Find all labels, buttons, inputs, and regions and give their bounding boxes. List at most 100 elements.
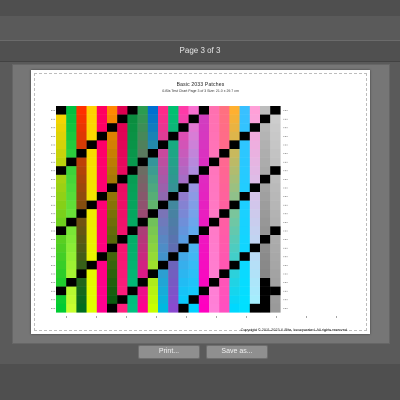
color-patch xyxy=(117,106,128,115)
color-patch xyxy=(270,192,281,201)
color-patch xyxy=(249,114,261,124)
color-patch xyxy=(66,217,77,227)
color-patch xyxy=(86,114,97,124)
color-patch xyxy=(76,295,87,304)
color-patch xyxy=(260,157,271,167)
color-patch xyxy=(188,260,199,270)
color-patch xyxy=(198,149,210,158)
color-patch xyxy=(76,114,87,124)
color-patch xyxy=(96,123,108,132)
row-tick-mark xyxy=(52,179,54,180)
save-as-button[interactable]: Save as... xyxy=(206,345,268,359)
color-patch xyxy=(117,252,128,261)
row-tick-mark xyxy=(283,187,285,189)
row-tick-mark xyxy=(54,161,56,163)
row-tick-mark xyxy=(285,136,286,137)
color-patch xyxy=(270,140,281,150)
color-patch xyxy=(137,252,148,261)
row-tick-mark xyxy=(286,290,288,292)
color-patch xyxy=(86,269,97,279)
color-patch xyxy=(107,174,118,184)
color-patch xyxy=(147,269,159,279)
color-patch xyxy=(239,140,250,150)
color-patch xyxy=(239,114,250,124)
row-tick-mark xyxy=(286,265,288,266)
color-patch xyxy=(147,183,159,193)
row-tick-mark xyxy=(52,110,54,111)
color-patch xyxy=(270,174,281,184)
row-tick-mark xyxy=(54,256,56,258)
color-patch xyxy=(178,252,189,261)
color-patch xyxy=(137,243,148,253)
column-marker xyxy=(246,316,247,318)
color-patch xyxy=(96,286,108,296)
color-patch xyxy=(86,123,97,132)
row-tick-mark xyxy=(54,213,56,215)
column-marker xyxy=(126,316,127,318)
row-tick-mark xyxy=(283,230,285,232)
color-patch xyxy=(168,303,179,313)
color-patch xyxy=(219,209,230,218)
color-patch xyxy=(86,183,97,193)
color-patch xyxy=(188,286,199,296)
color-patch xyxy=(229,235,240,244)
color-patch xyxy=(239,123,250,132)
color-patch xyxy=(168,286,179,296)
row-tick-mark xyxy=(285,239,286,240)
page-indicator: Page 3 of 3 xyxy=(0,40,400,62)
color-patch xyxy=(137,217,148,227)
color-patch xyxy=(168,157,179,167)
color-patch xyxy=(56,174,67,184)
row-tick-mark xyxy=(54,308,56,309)
color-patch xyxy=(249,192,261,201)
row-tick-mark xyxy=(51,282,52,283)
color-patch xyxy=(117,269,128,279)
color-patch xyxy=(260,235,271,244)
row-tick-mark xyxy=(54,204,56,206)
color-patch xyxy=(270,252,281,261)
color-patch xyxy=(249,235,261,244)
color-patch xyxy=(249,183,261,193)
color-patch xyxy=(56,269,67,279)
color-patch xyxy=(249,209,261,218)
row-tick-mark xyxy=(283,118,285,120)
row-tick-mark xyxy=(52,127,54,129)
color-patch xyxy=(198,200,210,210)
color-patch xyxy=(168,131,179,141)
print-button[interactable]: Print... xyxy=(138,345,200,359)
color-patch xyxy=(76,140,87,150)
color-patch xyxy=(249,174,261,184)
color-patch xyxy=(66,123,77,132)
color-patch xyxy=(158,114,169,124)
color-patch xyxy=(260,278,271,287)
color-patch xyxy=(76,192,87,201)
color-patch xyxy=(198,260,210,270)
color-patch xyxy=(198,140,210,150)
color-patch xyxy=(86,260,97,270)
color-patch xyxy=(96,209,108,218)
row-tick-mark xyxy=(286,273,288,275)
color-patch xyxy=(86,235,97,244)
row-tick-mark xyxy=(283,153,285,154)
color-patch xyxy=(107,235,118,244)
row-tick-mark xyxy=(51,170,52,172)
color-patch xyxy=(117,114,128,124)
color-patch xyxy=(86,192,97,201)
color-patch xyxy=(96,157,108,167)
row-tick-mark xyxy=(285,213,286,215)
color-patch xyxy=(239,295,250,304)
color-patch xyxy=(76,131,87,141)
color-patch xyxy=(239,183,250,193)
color-patch xyxy=(198,192,210,201)
color-patch xyxy=(96,303,108,313)
color-patch xyxy=(107,131,118,141)
color-patch xyxy=(198,114,210,124)
row-tick-mark xyxy=(52,144,54,146)
color-patch xyxy=(76,252,87,261)
row-tick-mark xyxy=(285,110,286,111)
color-patch xyxy=(168,295,179,304)
color-patch xyxy=(96,278,108,287)
color-patch xyxy=(239,252,250,261)
row-tick-mark xyxy=(283,290,285,292)
color-patch xyxy=(229,200,240,210)
